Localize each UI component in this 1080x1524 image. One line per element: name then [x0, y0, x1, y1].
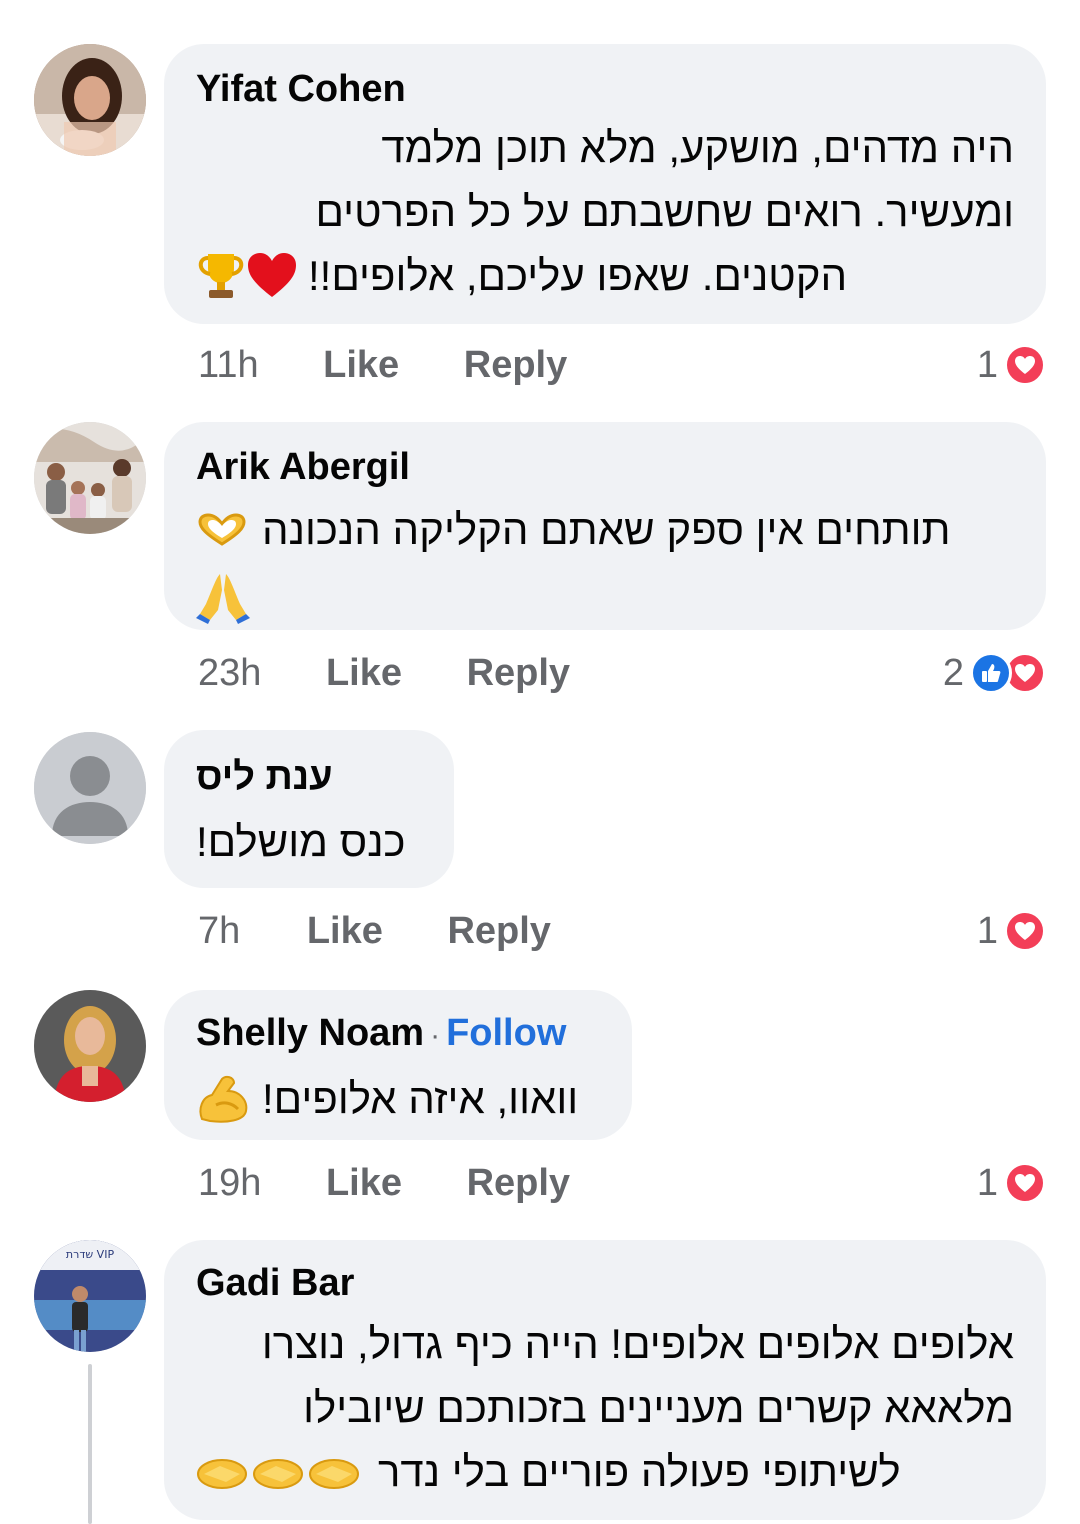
like-button[interactable]: Like: [326, 1158, 402, 1208]
like-button[interactable]: Like: [323, 340, 399, 390]
previous-comment-actions-cutoff: [0, 0, 1080, 6]
comment-text-line: הקטנים. שאפו עליכם, אלופים!!: [308, 252, 848, 299]
comment-timestamp: 7h: [198, 910, 241, 952]
comment-text-line: מלאאא קשרים מעניינים בזכותכם שיובילו: [303, 1384, 1014, 1431]
comment-text-line-with-emoji: הקטנים. שאפו עליכם, אלופים!!: [196, 244, 1014, 308]
comment-bubble: ענת ליס כנס מושלם!: [164, 730, 454, 888]
comment-actions: 19h Like Reply: [198, 1158, 624, 1208]
comment-actions: 11h Like Reply: [198, 340, 621, 390]
heart-emoji: [248, 253, 296, 297]
avatar-sign-text: שדרת VIP: [66, 1248, 115, 1261]
comment-actions: 7h Like Reply: [198, 906, 605, 956]
comment-text-line: כנס מושלם!: [196, 818, 406, 865]
avatar[interactable]: [34, 422, 146, 534]
reaction-summary[interactable]: 2: [943, 648, 1046, 698]
comment-bubble: Yifat Cohen היה מדהים, מושקע, מלא תוכן מ…: [164, 44, 1046, 324]
avatar[interactable]: [34, 732, 146, 844]
reaction-summary[interactable]: 1: [977, 906, 1046, 956]
separator-dot: ·: [430, 1019, 441, 1052]
comment-timestamp: 19h: [198, 1162, 262, 1204]
commenter-name[interactable]: Yifat Cohen: [196, 66, 1014, 112]
reply-thread-line: [88, 1364, 92, 1524]
love-reaction-icon: [1004, 1162, 1046, 1204]
like-reaction-icon: [970, 652, 1012, 694]
avatar-photo-yifat: [34, 44, 146, 156]
commenter-name[interactable]: Gadi Bar: [196, 1260, 1014, 1306]
handshake-emoji: [197, 1459, 359, 1489]
comment-text-line-with-emoji: תותחים אין ספק שאתם הקליקה הנכונה: [196, 498, 1014, 562]
trophy-emoji: [198, 254, 244, 298]
comment-text-line: אלופים אלופים אלופים! הייה כיף גדול, נוצ…: [261, 1320, 1014, 1367]
comment-text-line: תותחים אין ספק שאתם הקליקה הנכונה: [262, 506, 951, 553]
comment-actions: 23h Like Reply: [198, 648, 624, 698]
avatar[interactable]: שדרת VIP: [34, 1240, 146, 1352]
comment-text-line: לשיתופי פעולה פוריים בלי נדר: [378, 1448, 901, 1495]
reply-button[interactable]: Reply: [467, 1158, 570, 1208]
avatar-photo-arik: [34, 422, 146, 534]
comment-text-line-with-emoji: וואוו, איזה אלופים!: [196, 1067, 600, 1131]
love-reaction-icon: [1004, 344, 1046, 386]
reaction-summary[interactable]: 1: [977, 340, 1046, 390]
comment-bubble: Shelly Noam · Follow וואוו, איזה אלופים!: [164, 990, 632, 1140]
avatar-photo-shelly: [34, 990, 146, 1102]
love-reaction-icon: [1004, 910, 1046, 952]
commenter-name[interactable]: ענת ליס: [196, 754, 422, 800]
avatar[interactable]: [34, 44, 146, 156]
comment-text-line: וואוו, איזה אלופים!: [262, 1075, 579, 1122]
comment-bubble: Gadi Bar אלופים אלופים אלופים! הייה כיף …: [164, 1240, 1046, 1520]
reaction-count: 2: [942, 651, 964, 694]
comment-timestamp: 23h: [198, 652, 262, 694]
like-button[interactable]: Like: [307, 906, 383, 956]
reply-button[interactable]: Reply: [467, 648, 570, 698]
follow-button[interactable]: Follow: [446, 1012, 566, 1054]
comment-text-line-with-emoji: לשיתופי פעולה פוריים בלי נדר: [196, 1440, 1014, 1504]
reaction-count: 1: [976, 343, 998, 386]
reaction-summary[interactable]: 1: [977, 1158, 1046, 1208]
reaction-count: 1: [976, 1161, 998, 1204]
reply-button[interactable]: Reply: [464, 340, 567, 390]
reply-button[interactable]: Reply: [447, 906, 550, 956]
avatar-photo-gadi: שדרת VIP: [34, 1240, 146, 1352]
comment-bubble: Arik Abergil תותחים אין ספק שאתם הקליקה …: [164, 422, 1046, 630]
commenter-name[interactable]: Arik Abergil: [196, 444, 1014, 490]
heart-hands-emoji: [198, 513, 246, 546]
comment-text-line: ומעשיר. רואים שחשבתם על כל הפרטים: [315, 188, 1014, 235]
comment-text-line: היה מדהים, מושקע, מלא תוכן מלמד: [381, 124, 1014, 171]
avatar[interactable]: [34, 990, 146, 1102]
reaction-count: 1: [976, 909, 998, 952]
flexed-biceps-emoji: [199, 1075, 248, 1123]
folded-hands-emoji: [196, 573, 250, 624]
commenter-name[interactable]: Shelly Noam: [196, 1012, 424, 1054]
default-avatar-icon: [34, 732, 146, 844]
like-button[interactable]: Like: [326, 648, 402, 698]
comment-timestamp: 11h: [198, 344, 259, 386]
